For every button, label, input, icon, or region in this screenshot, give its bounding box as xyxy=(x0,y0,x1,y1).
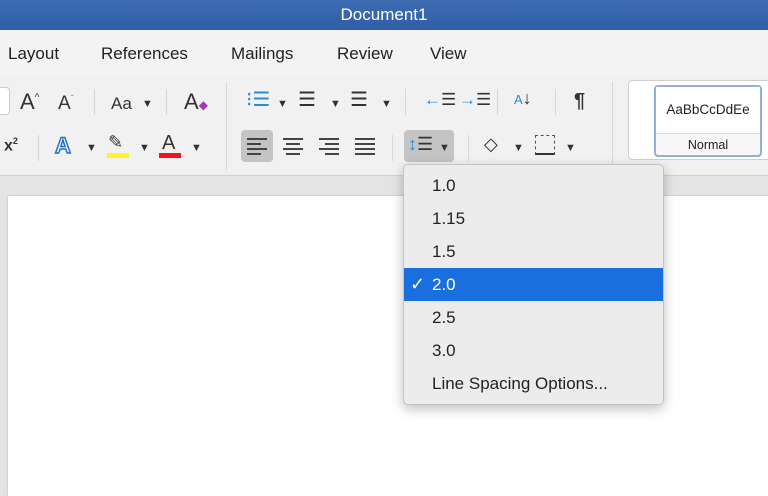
justify-icon[interactable] xyxy=(355,135,375,158)
menu-item-line-spacing-options[interactable]: Line Spacing Options... xyxy=(404,367,663,400)
align-right-icon[interactable] xyxy=(319,135,339,158)
menu-item-1-5[interactable]: 1.5 xyxy=(404,235,663,268)
menu-item-label: 2.5 xyxy=(432,308,456,327)
menu-item-label: 3.0 xyxy=(432,341,456,360)
decrease-font-size-icon[interactable]: Aˇ xyxy=(58,94,74,113)
borders-icon[interactable] xyxy=(535,135,555,155)
numbering-icon[interactable]: ☰ xyxy=(298,90,316,110)
menu-item-1-0[interactable]: 1.0 xyxy=(404,169,663,202)
font-size-dropdown[interactable] xyxy=(0,87,10,115)
change-case-button[interactable]: Aa xyxy=(111,95,132,112)
decrease-indent-icon[interactable]: ←☰ xyxy=(424,91,456,108)
highlight-color-bar xyxy=(107,153,129,158)
menu-item-2-5[interactable]: 2.5 xyxy=(404,301,663,334)
tab-layout[interactable]: Layout xyxy=(8,44,59,64)
multilevel-list-icon[interactable]: ☰ xyxy=(350,90,368,110)
menu-item-1-15[interactable]: 1.15 xyxy=(404,202,663,235)
increase-font-size-icon[interactable]: A^ xyxy=(20,91,39,113)
clear-formatting-icon[interactable]: A◆ xyxy=(184,91,208,113)
tab-references[interactable]: References xyxy=(101,44,188,64)
tab-review[interactable]: Review xyxy=(337,44,393,64)
superscript-label: x xyxy=(4,137,13,155)
text-effects-icon[interactable]: A xyxy=(54,134,71,158)
bullets-icon[interactable]: ⁝☰ xyxy=(246,90,270,110)
menu-item-3-0[interactable]: 3.0 xyxy=(404,334,663,367)
menu-item-label: Line Spacing Options... xyxy=(432,374,608,393)
font-color-icon[interactable]: A xyxy=(162,133,175,153)
menu-item-label: 1.0 xyxy=(432,176,456,195)
style-normal[interactable]: AaBbCcDdEe Normal xyxy=(654,85,762,157)
chevron-down-icon[interactable]: ▼ xyxy=(277,98,288,110)
menu-item-label: 1.5 xyxy=(432,242,456,261)
title-bar: Document1 xyxy=(0,0,768,30)
chevron-down-icon[interactable]: ▼ xyxy=(330,98,341,110)
chevron-down-icon[interactable]: ▼ xyxy=(86,142,97,154)
line-spacing-icon: ↕☰ xyxy=(408,134,434,154)
menu-item-label: 1.15 xyxy=(432,209,466,228)
show-formatting-marks-icon[interactable]: ¶ xyxy=(574,91,585,111)
shading-icon[interactable]: ◇ xyxy=(484,135,498,153)
ribbon-tabs: Layout References Mailings Review View xyxy=(0,30,768,77)
chevron-down-icon[interactable]: ▼ xyxy=(381,98,392,110)
increase-indent-icon[interactable]: →☰ xyxy=(459,91,491,108)
highlight-icon[interactable]: ✎ xyxy=(108,133,123,151)
chevron-down-icon[interactable]: ▼ xyxy=(513,142,524,154)
style-name: Normal xyxy=(656,133,760,156)
chevron-down-icon[interactable]: ▼ xyxy=(191,142,202,154)
line-spacing-menu: 1.0 1.15 1.5 ✓ 2.0 2.5 3.0 Line Spacing O… xyxy=(403,164,664,405)
style-preview: AaBbCcDdEe xyxy=(656,87,760,133)
chevron-down-icon[interactable]: ▼ xyxy=(139,142,150,154)
align-left-icon xyxy=(247,135,267,158)
chevron-down-icon[interactable]: ▼ xyxy=(565,142,576,154)
menu-item-label: 2.0 xyxy=(432,275,456,294)
align-center-icon[interactable] xyxy=(283,135,303,158)
font-color-bar xyxy=(159,153,181,158)
tab-view[interactable]: View xyxy=(430,44,467,64)
chevron-down-icon[interactable]: ▼ xyxy=(142,98,153,110)
superscript-icon[interactable]: x2 xyxy=(4,137,18,154)
window-title: Document1 xyxy=(340,5,428,24)
sort-icon[interactable]: A↓ xyxy=(514,89,532,107)
menu-item-2-0[interactable]: ✓ 2.0 xyxy=(404,268,663,301)
superscript-exp: 2 xyxy=(12,136,18,146)
tab-mailings[interactable]: Mailings xyxy=(231,44,293,64)
checkmark-icon: ✓ xyxy=(410,274,426,294)
chevron-down-icon: ▼ xyxy=(439,142,450,154)
